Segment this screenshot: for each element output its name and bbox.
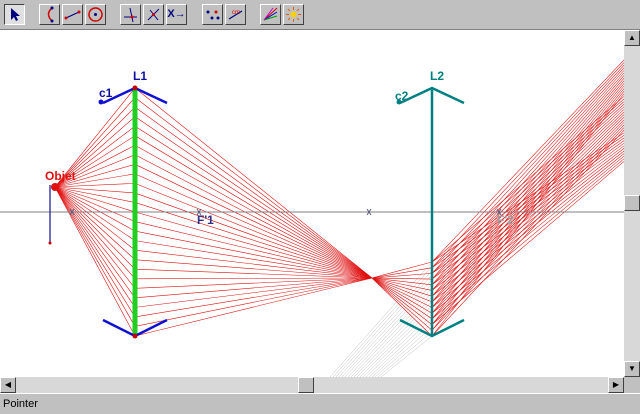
perpendicular-icon [147, 8, 160, 21]
ray-segment [374, 327, 433, 377]
label-f2: F'2 [497, 213, 514, 227]
toolbar: X→ cm [0, 0, 640, 30]
light-source-icon [286, 7, 301, 22]
status-text: Pointer [3, 398, 38, 410]
center-c1-point[interactable] [98, 99, 104, 105]
ray-segment [431, 96, 624, 263]
measure-tool-button[interactable]: cm [225, 4, 246, 25]
ray-segment [362, 309, 433, 377]
object-arrow[interactable] [48, 185, 52, 245]
ray-segment [431, 158, 624, 320]
ray-segment [54, 186, 136, 260]
optics-scene[interactable]: L1 L2 c1 c2 Objet F'1 F'2 [0, 30, 624, 377]
label-c1: c1 [99, 86, 113, 100]
ray-segment [54, 186, 136, 308]
measure-icon: cm [228, 10, 243, 20]
light-rays [54, 59, 624, 337]
x-point-tool-button[interactable]: X→ [166, 4, 187, 25]
scroll-left-button[interactable]: ◀ [0, 377, 16, 393]
ray-segment [134, 164, 373, 279]
scrollbar-corner [624, 377, 640, 393]
horizontal-scrollbar[interactable]: ◀ ▶ [0, 377, 624, 393]
pointer-tool-button[interactable] [4, 4, 25, 25]
arrow-pointer-icon [11, 8, 20, 21]
ray-segment [431, 135, 624, 268]
intersection-icon [124, 7, 137, 23]
scroll-right-button[interactable]: ▶ [608, 377, 624, 393]
ray-segment [54, 186, 136, 251]
points-tool-button[interactable] [202, 4, 223, 25]
segment-tool-button[interactable] [62, 4, 83, 25]
ray-segment [431, 137, 624, 274]
light-source-tool-button[interactable] [283, 4, 304, 25]
ray-segment [54, 186, 136, 318]
ray-segment [371, 277, 433, 308]
label-f1: F'1 [197, 213, 214, 227]
ray-segment [134, 211, 373, 279]
x-point-icon: X→ [167, 8, 186, 20]
rays-icon [263, 7, 278, 21]
label-c2: c2 [395, 89, 409, 103]
horizontal-scroll-thumb[interactable] [298, 377, 314, 393]
rays-tool-button[interactable] [260, 4, 281, 25]
ray-segment [134, 277, 373, 318]
label-l1: L1 [133, 69, 147, 83]
ray-segment [350, 292, 433, 377]
vertical-scroll-thumb[interactable] [624, 195, 640, 211]
ray-segment [431, 155, 624, 314]
arc-tool-button[interactable] [39, 4, 60, 25]
ray-segment [54, 186, 136, 299]
ray-segment [371, 277, 433, 331]
label-l2: L2 [430, 69, 444, 83]
ray-segment [134, 277, 373, 308]
label-object: Objet [45, 169, 76, 183]
ray-segment [431, 132, 624, 263]
ray-segment [134, 135, 373, 279]
ray-segment [134, 192, 373, 279]
ray-segment [134, 97, 373, 279]
ray-segment [431, 153, 624, 308]
ray-segment [134, 277, 373, 299]
scroll-up-button[interactable]: ▲ [624, 30, 640, 46]
ray-segment [431, 142, 624, 285]
scroll-down-button[interactable]: ▼ [624, 361, 640, 377]
perpendicular-tool-button[interactable] [143, 4, 164, 25]
vertical-scrollbar[interactable]: ▲ ▼ [624, 30, 640, 377]
ray-segment [368, 318, 433, 377]
status-bar: Pointer [0, 393, 640, 414]
ray-segment [134, 277, 373, 280]
ray-segment [54, 186, 136, 289]
svg-text:cm: cm [232, 10, 240, 16]
circle-icon [88, 7, 103, 22]
arc-icon [47, 6, 54, 23]
ray-segment [134, 277, 373, 327]
ray-segment [431, 145, 624, 291]
ray-segment [365, 314, 433, 377]
object-point[interactable] [51, 183, 59, 191]
ray-segment [134, 125, 373, 279]
ray-segment [134, 106, 373, 279]
ray-segment [431, 148, 624, 297]
ray-segment [134, 202, 373, 279]
drawing-canvas[interactable]: L1 L2 c1 c2 Objet F'1 F'2 [0, 30, 624, 377]
points-icon [206, 10, 220, 20]
segment-icon [64, 10, 81, 20]
intersection-tool-button[interactable] [120, 4, 141, 25]
circle-tool-button[interactable] [85, 4, 106, 25]
